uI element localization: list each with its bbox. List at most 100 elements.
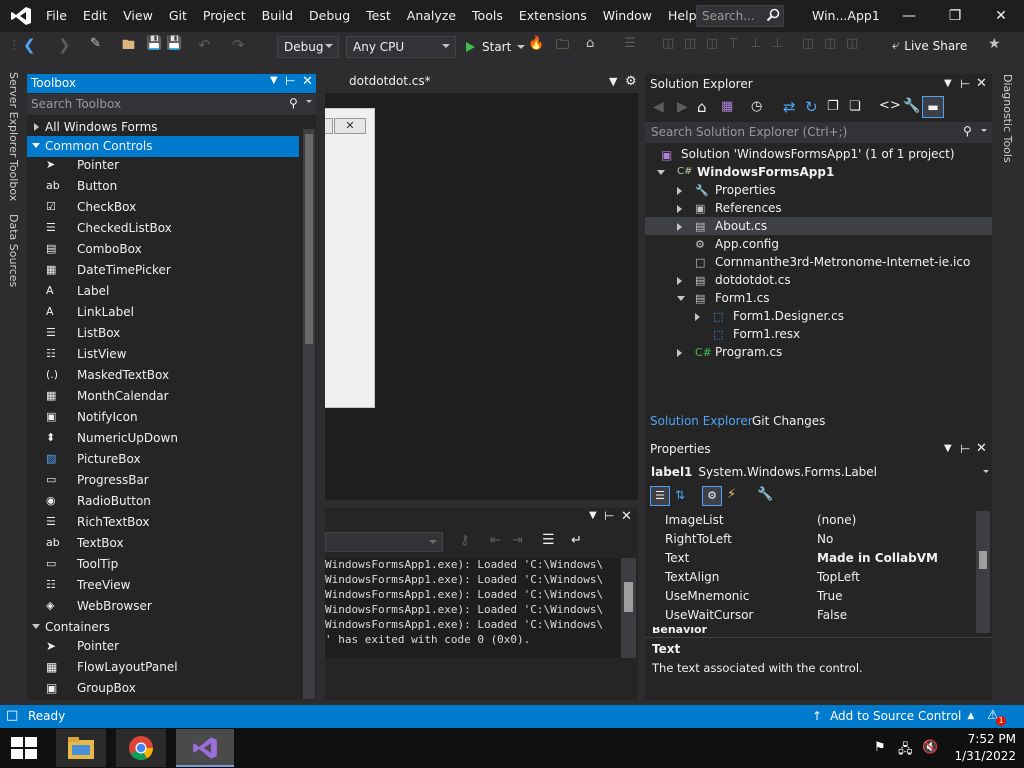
live-share-button[interactable]: ⤶ Live Share xyxy=(892,38,967,53)
menu-analyze[interactable]: Analyze xyxy=(399,0,464,32)
sync-icon[interactable]: ⇄ xyxy=(783,98,796,116)
gear-icon[interactable]: ⚙ xyxy=(625,74,637,89)
toolbox-category-common-controls[interactable]: Common Controls xyxy=(27,136,299,157)
toolbox-item-text-box[interactable]: ab TextBox xyxy=(27,533,300,554)
tab-toolbox[interactable]: Toolbox xyxy=(7,160,20,201)
previous-message-icon[interactable]: ⇤ xyxy=(490,533,501,548)
menu-extensions[interactable]: Extensions xyxy=(511,0,595,32)
search-icon[interactable] xyxy=(766,8,780,22)
close-window-button[interactable]: ✕ xyxy=(978,0,1024,32)
chevron-right-icon[interactable] xyxy=(677,277,682,285)
search-icon[interactable]: ⚲ xyxy=(963,124,972,138)
make-same-width-icon[interactable]: ◫ xyxy=(802,36,814,51)
wrench-icon[interactable]: 🔧 xyxy=(903,98,920,114)
visual-studio-logo-icon[interactable] xyxy=(10,6,32,26)
tab-diagnostic-tools[interactable]: Diagnostic Tools xyxy=(1001,74,1014,163)
toolbox-item-notify-icon[interactable]: ▣ NotifyIcon xyxy=(27,407,300,428)
toolbox-item-label[interactable]: A Label xyxy=(27,281,300,302)
close-icon[interactable]: ✕ xyxy=(621,509,632,524)
chevron-right-icon[interactable] xyxy=(677,349,682,357)
make-same-height-icon[interactable]: ◫ xyxy=(824,36,836,51)
toolbox-item-checked-list-box[interactable]: ☰ CheckedListBox xyxy=(27,218,300,239)
align-left-icon[interactable]: ◫ xyxy=(662,36,674,51)
network-flag-icon[interactable]: ⚑ xyxy=(874,740,886,755)
menu-git[interactable]: Git xyxy=(161,0,195,32)
pin-icon[interactable]: ⊢ xyxy=(960,442,970,456)
solution-platform-dropdown[interactable]: Any CPU xyxy=(346,36,456,58)
toolbox-category-all-windows-forms[interactable]: All Windows Forms xyxy=(27,117,300,138)
pin-icon[interactable]: ⊢ xyxy=(604,509,614,523)
taskbar-file-explorer[interactable] xyxy=(56,729,106,767)
toolbox-item-tree-view[interactable]: ☷ TreeView xyxy=(27,575,300,596)
toolbox-item-groupbox[interactable]: ▣ GroupBox xyxy=(27,678,300,699)
solution-configuration-dropdown[interactable]: Debug xyxy=(277,36,339,58)
show-all-files-icon[interactable]: ❏ xyxy=(849,99,861,114)
toolbox-item-checkbox[interactable]: ☑ CheckBox xyxy=(27,197,300,218)
preview-selected-items-icon[interactable]: ▬ xyxy=(922,96,944,118)
property-row[interactable]: RightToLeft No xyxy=(648,530,975,549)
property-row[interactable]: Text Made in CollabVM xyxy=(648,549,975,568)
toolbox-item-tool-tip[interactable]: ▭ ToolTip xyxy=(27,554,300,575)
tab-git-changes[interactable]: Git Changes xyxy=(752,414,825,428)
open-folder-icon[interactable]: 🖿 xyxy=(122,36,135,58)
tab-server-explorer[interactable]: Server Explorer xyxy=(7,72,20,157)
toolbox-item-pointer[interactable]: ➤ Pointer xyxy=(27,155,300,176)
toolbox-item-date-time-picker[interactable]: ▦ DateTimePicker xyxy=(27,260,300,281)
pending-changes-filter-icon[interactable]: ◷ xyxy=(751,99,762,114)
toolbox-item-list-box[interactable]: ☰ ListBox xyxy=(27,323,300,344)
window-position-icon[interactable]: ▼ xyxy=(944,78,952,89)
solution-search-input[interactable]: Search Solution Explorer (Ctrl+;) ⚲ xyxy=(645,122,992,143)
redo-icon[interactable]: ↷ xyxy=(232,36,245,54)
notifications-button[interactable]: ⚠ 1 xyxy=(987,708,1007,726)
window-position-icon[interactable]: ▼ xyxy=(944,443,952,454)
menu-window[interactable]: Window xyxy=(595,0,660,32)
bookmark-icon[interactable]: ☰ xyxy=(624,36,636,51)
toolbox-item-numeric-up-down[interactable]: ⬍ NumericUpDown xyxy=(27,428,300,449)
volume-muted-icon[interactable]: 🔇 xyxy=(922,740,938,755)
toolbox-category-containers[interactable]: Containers xyxy=(27,617,300,638)
toolbox-item-link-label[interactable]: A LinkLabel xyxy=(27,302,300,323)
forward-icon[interactable]: ▶ xyxy=(677,99,688,115)
add-to-source-control-button[interactable]: ↑ Add to Source Control ▲ xyxy=(812,709,974,723)
properties-view-icon[interactable]: ⚙ xyxy=(702,486,722,506)
next-message-icon[interactable]: ⇥ xyxy=(512,533,523,548)
refresh-icon[interactable]: ↻ xyxy=(805,98,818,116)
toolbox-item-combo-box[interactable]: ▤ ComboBox xyxy=(27,239,300,260)
home-icon[interactable]: ⌂ xyxy=(586,36,594,51)
toolbox-item-list-view[interactable]: ☷ ListView xyxy=(27,344,300,365)
output-scrollbar-thumb[interactable] xyxy=(624,582,633,612)
menu-debug[interactable]: Debug xyxy=(301,0,358,32)
menu-project[interactable]: Project xyxy=(195,0,254,32)
tab-data-sources[interactable]: Data Sources xyxy=(7,214,20,287)
feedback-icon[interactable]: ★ xyxy=(988,36,1001,52)
alphabetical-icon[interactable]: ⇅ xyxy=(675,488,685,502)
toolbox-scrollbar-thumb[interactable] xyxy=(305,134,313,344)
maximize-button[interactable]: ❐ xyxy=(932,0,978,32)
home-icon[interactable]: ⌂ xyxy=(697,98,707,116)
switch-views-icon[interactable]: ▦ xyxy=(721,99,733,114)
close-icon[interactable]: ✕ xyxy=(302,74,313,89)
view-code-icon[interactable]: <> xyxy=(879,98,901,113)
events-lightning-icon[interactable]: ⚡ xyxy=(727,487,736,502)
chevron-right-icon[interactable] xyxy=(677,223,682,231)
pin-icon[interactable]: ⊢ xyxy=(960,77,970,91)
toolbox-item-masked-text-box[interactable]: (.) MaskedTextBox xyxy=(27,365,300,386)
start-button[interactable]: Start xyxy=(464,37,526,57)
window-position-icon[interactable]: ▼ xyxy=(589,510,597,521)
chevron-right-icon[interactable] xyxy=(677,205,682,213)
taskbar-chrome[interactable] xyxy=(116,729,166,767)
designer-form-surface[interactable] xyxy=(325,108,375,408)
chevron-right-icon[interactable] xyxy=(677,187,682,195)
hot-reload-icon[interactable]: 🔥 xyxy=(528,36,544,51)
close-icon[interactable]: ✕ xyxy=(976,441,987,456)
output-scrollbar[interactable] xyxy=(621,558,636,658)
toolbox-item-pointer[interactable]: ➤ Pointer xyxy=(27,636,300,657)
close-icon[interactable]: ✕ xyxy=(976,76,987,91)
save-icon[interactable]: 💾 xyxy=(146,36,162,51)
taskbar-clock[interactable]: 7:52 PM 1/31/2022 xyxy=(946,732,1016,766)
tab-solution-explorer[interactable]: Solution Explorer xyxy=(650,414,753,428)
windows-start-icon[interactable] xyxy=(11,737,37,759)
property-row[interactable]: UseMnemonic True xyxy=(648,587,975,606)
menu-edit[interactable]: Edit xyxy=(75,0,115,32)
pin-icon[interactable]: ⊢ xyxy=(285,74,295,88)
